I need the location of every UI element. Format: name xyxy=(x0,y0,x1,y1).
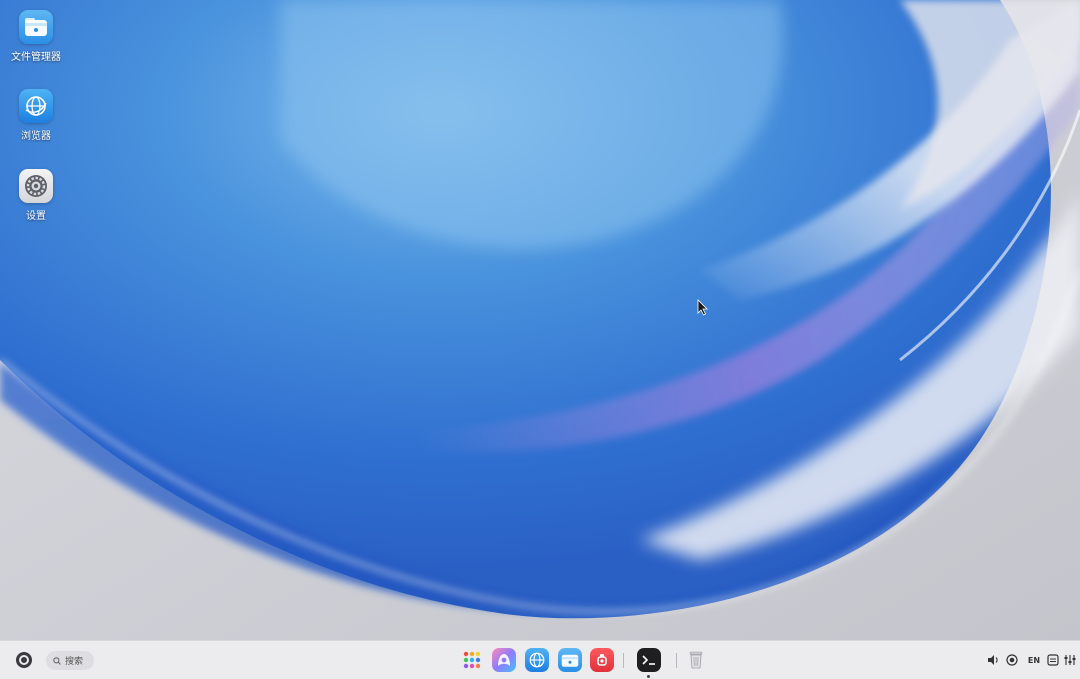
dock-app-store[interactable] xyxy=(492,648,516,672)
tray-record[interactable] xyxy=(1004,651,1020,669)
dock-separator xyxy=(623,653,624,668)
trash-icon xyxy=(689,651,703,669)
search-box[interactable]: 搜索 xyxy=(46,651,94,670)
desktop-icon-label: 浏览器 xyxy=(21,131,51,142)
control-center-icon xyxy=(1064,655,1076,665)
terminal-icon xyxy=(642,655,655,665)
start-menu-button[interactable] xyxy=(14,650,34,670)
search-icon xyxy=(53,656,61,665)
desktop-icon-label: 文件管理器 xyxy=(11,52,61,63)
dock-recorder[interactable] xyxy=(590,648,614,672)
dock-terminal[interactable] xyxy=(637,648,661,672)
browser-icon xyxy=(19,89,53,123)
app-store-icon xyxy=(498,654,510,666)
volume-icon xyxy=(987,655,998,665)
search-placeholder: 搜索 xyxy=(65,657,84,667)
desktop-icon-file-manager[interactable]: 文件管理器 xyxy=(8,10,64,63)
start-icon xyxy=(16,652,32,668)
desktop[interactable]: 文件管理器 浏览器 设置 搜索 EN xyxy=(0,0,1080,679)
dock-browser[interactable] xyxy=(525,648,549,672)
mouse-cursor-icon xyxy=(697,299,708,316)
notification-icon xyxy=(1047,654,1059,666)
record-icon xyxy=(1006,654,1018,666)
running-indicator xyxy=(647,675,650,678)
language-indicator: EN xyxy=(1027,655,1041,665)
desktop-icon-browser[interactable]: 浏览器 xyxy=(8,89,64,142)
dock-launcher[interactable] xyxy=(460,648,484,672)
tray-control-center[interactable] xyxy=(1063,651,1077,669)
taskbar: 搜索 EN xyxy=(0,640,1080,679)
file-manager-icon xyxy=(561,654,579,667)
dock-trash[interactable] xyxy=(684,648,708,672)
browser-icon xyxy=(529,652,545,668)
launcher-icon xyxy=(463,651,481,669)
desktop-icon-settings[interactable]: 设置 xyxy=(8,169,64,222)
wallpaper xyxy=(0,0,1080,640)
tray-notification[interactable] xyxy=(1045,651,1061,669)
dock-file-manager[interactable] xyxy=(558,648,582,672)
tray-volume[interactable] xyxy=(985,651,1001,669)
dock-separator xyxy=(676,653,677,668)
desktop-icon-label: 设置 xyxy=(26,211,46,222)
settings-icon xyxy=(19,169,53,203)
file-manager-icon xyxy=(19,10,53,44)
tray-language[interactable]: EN xyxy=(1024,651,1044,669)
recorder-icon xyxy=(597,654,607,666)
